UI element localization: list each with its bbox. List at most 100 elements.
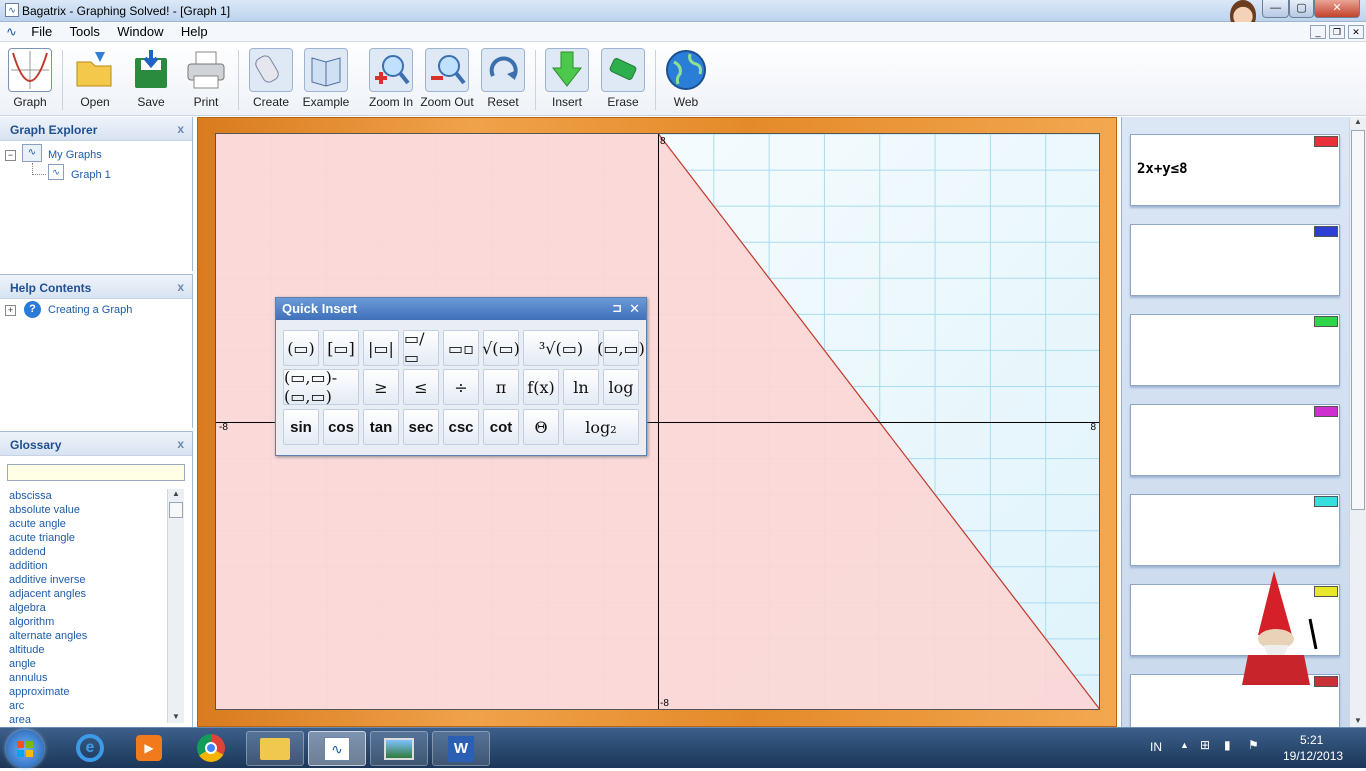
quick-insert-row1-btn-8[interactable]: (▭,▭) [597,330,645,366]
quick-insert-row2-btn-2[interactable]: ≥ [363,369,399,405]
create-button[interactable]: Create [243,48,299,114]
minimize-button[interactable]: — [1262,0,1289,18]
quick-insert-row1-btn-4[interactable]: ▭/▭ [403,329,439,367]
glossary-item[interactable]: approximate [0,685,170,699]
insert-button[interactable]: Insert [539,48,595,114]
equation-scroll-thumb[interactable] [1351,130,1365,510]
quick-insert-row3-btn-3[interactable]: tan [363,409,399,445]
equation-entry-4[interactable] [1130,404,1340,476]
equation-entry-5[interactable] [1130,494,1340,566]
close-button[interactable]: ✕ [1314,0,1360,18]
open-button[interactable]: Open [67,48,123,114]
glossary-item[interactable]: addition [0,559,170,573]
mdi-minimize-button[interactable]: _ [1310,25,1326,39]
quick-insert-row1-btn-7[interactable]: ³√(▭) [523,330,599,366]
glossary-item[interactable]: annulus [0,671,170,685]
clock-time[interactable]: 5:21 [1300,733,1323,747]
quick-insert-row3-btn-4[interactable]: sec [403,409,439,445]
quick-insert-row3-btn-2[interactable]: cos [323,409,359,445]
tray-expand-icon[interactable]: ▲ [1180,740,1189,750]
wizard-mascot[interactable] [1234,569,1318,693]
taskbar-photo-viewer[interactable] [370,731,428,766]
tree-collapse-toggle[interactable]: − [5,150,16,161]
series-color-swatch[interactable] [1314,316,1338,327]
glossary-item[interactable]: adjacent angles [0,587,170,601]
glossary-search-input[interactable] [7,464,185,481]
clock-date[interactable]: 19/12/2013 [1283,749,1343,763]
quick-insert-close-button[interactable]: ✕ [629,301,640,317]
series-color-swatch[interactable] [1314,136,1338,147]
quick-insert-row2-btn-3[interactable]: ≤ [403,369,439,405]
network-icon[interactable]: ⊞ [1200,738,1210,752]
quick-insert-row3-btn-1[interactable]: sin [283,409,319,445]
zoom-out-button[interactable]: Zoom Out [419,48,475,114]
language-indicator[interactable]: IN [1150,740,1162,754]
series-color-swatch[interactable] [1314,496,1338,507]
glossary-scroll-thumb[interactable] [169,502,183,518]
glossary-item[interactable]: additive inverse [0,573,170,587]
taskbar-chrome[interactable] [182,731,240,766]
quick-insert-row1-btn-2[interactable]: [▭] [323,330,359,366]
glossary-item[interactable]: absolute value [0,503,170,517]
glossary-item[interactable]: acute triangle [0,531,170,545]
quick-insert-row2-btn-7[interactable]: ln [563,369,599,405]
maximize-button[interactable]: ▢ [1289,0,1314,18]
tree-expand-toggle[interactable]: + [5,305,16,316]
menu-file[interactable]: File [24,22,59,41]
glossary-scrollbar[interactable]: ▲ ▼ [167,489,184,723]
mdi-restore-button[interactable]: ❐ [1329,25,1345,39]
quick-insert-row3-btn-8[interactable]: log₂ [563,409,639,445]
glossary-item[interactable]: addend [0,545,170,559]
graph-explorer-close[interactable]: x [177,122,184,136]
print-button[interactable]: Print [178,48,234,114]
tree-item-graph-1[interactable]: Graph 1 [71,169,111,181]
volume-icon[interactable]: ⚑ [1248,738,1259,752]
glossary-item[interactable]: algorithm [0,615,170,629]
quick-insert-row2-btn-6[interactable]: f(x) [523,369,559,405]
glossary-item[interactable]: angle [0,657,170,671]
tree-item-my-graphs[interactable]: My Graphs [48,149,102,161]
glossary-item[interactable]: area [0,713,170,723]
quick-insert-pin-icon[interactable]: ⊐ [612,301,622,315]
quick-insert-row1-btn-6[interactable]: √(▭) [482,330,520,366]
tree-item-creating-a-graph[interactable]: Creating a Graph [48,304,132,316]
zoom-in-button[interactable]: Zoom In [363,48,419,114]
battery-icon[interactable]: ▮ [1224,738,1231,752]
quick-insert-row1-btn-1[interactable]: (▭) [283,330,319,366]
equation-entry-2[interactable] [1130,224,1340,296]
taskbar-ie[interactable]: e [61,731,119,766]
taskbar-bagatrix[interactable]: ∿ [308,731,366,766]
graph-button[interactable]: Graph [2,48,58,114]
quick-insert-row2-btn-4[interactable]: ÷ [443,369,479,405]
quick-insert-row3-btn-7[interactable]: Θ [523,409,559,445]
glossary-close[interactable]: x [177,437,184,451]
start-button[interactable] [6,730,44,768]
mdi-close-button[interactable]: ✕ [1348,25,1364,39]
equation-scrollbar[interactable]: ▲ ▼ [1349,117,1366,727]
menu-help[interactable]: Help [174,22,215,41]
quick-insert-row2-btn-8[interactable]: log [603,369,639,405]
web-button[interactable]: Web [658,48,714,114]
quick-insert-row3-btn-5[interactable]: csc [443,409,479,445]
quick-insert-row2-btn-1[interactable]: (▭,▭)-(▭,▭) [283,368,359,406]
quick-insert-row1-btn-5[interactable]: ▭▫ [443,330,479,366]
reset-button[interactable]: Reset [475,48,531,114]
glossary-item[interactable]: arc [0,699,170,713]
quick-insert-row3-btn-6[interactable]: cot [483,409,519,445]
glossary-item[interactable]: alternate angles [0,629,170,643]
help-contents-close[interactable]: x [177,280,184,294]
quick-insert-row1-btn-3[interactable]: |▭| [363,330,399,366]
menu-tools[interactable]: Tools [63,22,107,41]
example-button[interactable]: Example [298,48,354,114]
menu-window[interactable]: Window [110,22,170,41]
save-button[interactable]: Save [123,48,179,114]
series-color-swatch[interactable] [1314,226,1338,237]
series-color-swatch[interactable] [1314,406,1338,417]
taskbar-media-player[interactable]: ▶ [120,731,178,766]
equation-entry-1[interactable]: 2x+y≤8 [1130,134,1340,206]
glossary-item[interactable]: abscissa [0,489,170,503]
glossary-item[interactable]: acute angle [0,517,170,531]
equation-entry-3[interactable] [1130,314,1340,386]
glossary-item[interactable]: algebra [0,601,170,615]
taskbar-word[interactable]: W [432,731,490,766]
